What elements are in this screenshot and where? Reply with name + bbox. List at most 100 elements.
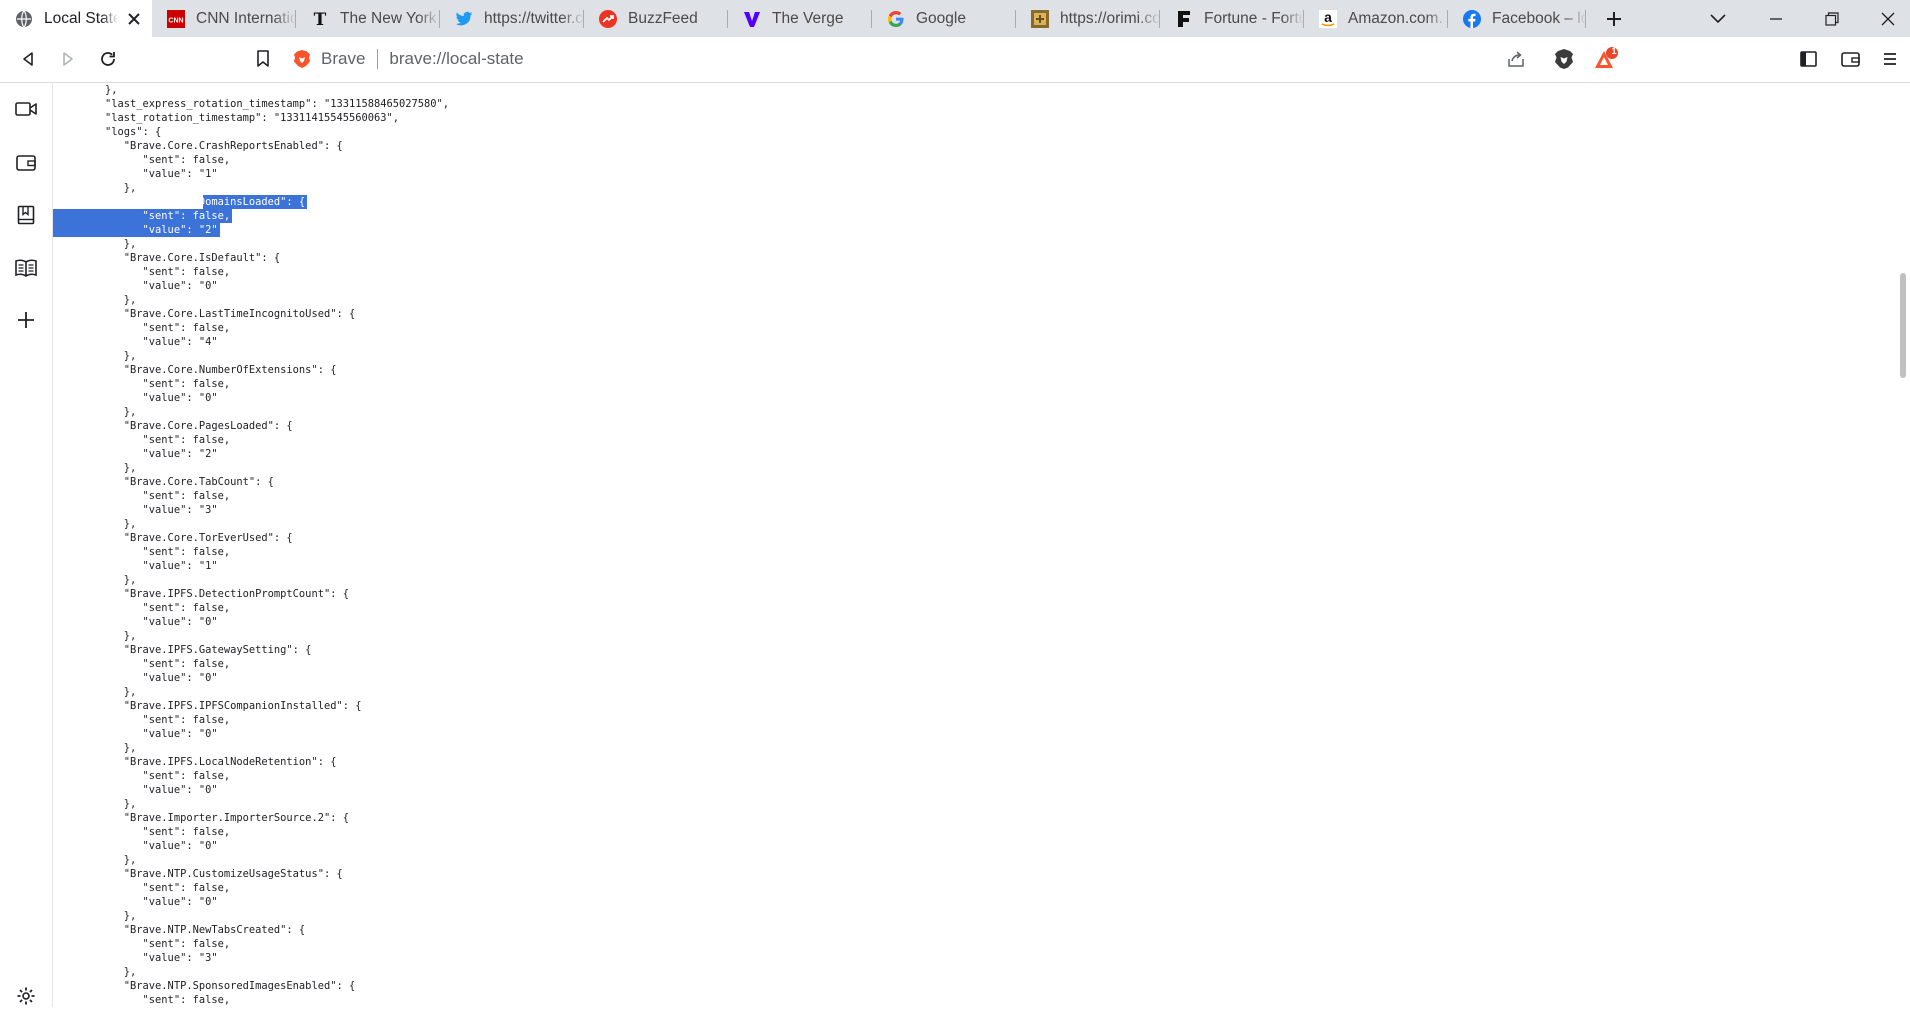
vertical-scrollbar[interactable]	[1896, 83, 1910, 1007]
json-line: "value": "1"	[105, 560, 218, 572]
close-tab-icon[interactable]	[124, 9, 144, 29]
json-line: "sent": false,	[105, 770, 231, 782]
json-line: "Brave.NTP.CustomizeUsageStatus": {	[105, 868, 343, 880]
tab-google[interactable]: Google	[872, 0, 1016, 37]
sidebar-toggle-button[interactable]	[1791, 42, 1825, 76]
share-icon	[1508, 51, 1524, 67]
page-content[interactable]: }, "last_express_rotation_timestamp": "13…	[53, 83, 1896, 1007]
json-line: "value": "0"	[105, 728, 218, 740]
sidebar	[0, 83, 53, 1007]
wallet-button[interactable]	[1833, 42, 1867, 76]
json-line: "Brave.Core.LastTimeIncognitoUsed": {	[105, 308, 356, 320]
globe-icon	[15, 10, 33, 28]
chevron-down-icon	[1710, 13, 1726, 23]
json-line: "sent": false,	[105, 266, 231, 278]
tab-title: Local State	[44, 9, 118, 27]
svg-text:CNN: CNN	[168, 17, 183, 24]
rewards-badge: 1	[1611, 46, 1617, 56]
tab-the-verge[interactable]: The Verge	[728, 0, 872, 37]
restore-icon	[1825, 11, 1839, 26]
back-button[interactable]	[11, 42, 45, 76]
json-line: "sent": false,	[105, 714, 231, 726]
tab-nytimes[interactable]: T The New York Times	[296, 0, 440, 37]
json-line: },	[105, 686, 137, 698]
facebook-icon	[1463, 9, 1481, 28]
json-line: },	[105, 742, 137, 754]
json-line: "Brave.NTP.SponsoredImagesEnabled": {	[105, 980, 356, 992]
json-line: },	[105, 966, 137, 978]
sidebar-item-bookmarks[interactable]	[11, 200, 41, 230]
brave-shields-icon	[1555, 49, 1573, 69]
json-line: },	[105, 630, 137, 642]
json-line: "sent": false,	[105, 490, 231, 502]
json-line: },	[105, 798, 137, 810]
json-line: },	[105, 574, 137, 586]
json-line: "sent": false,	[105, 322, 231, 334]
json-line: },	[105, 518, 137, 530]
json-line: "sent": false,	[105, 154, 231, 166]
hamburger-menu-icon	[1884, 53, 1896, 65]
url-text[interactable]: brave://local-state	[389, 49, 523, 69]
tab-search-button[interactable]	[1696, 0, 1740, 37]
sidebar-item-talk[interactable]	[11, 94, 41, 124]
json-line: "Brave.Core.DomainsLoaded": {	[105, 196, 306, 208]
reload-button[interactable]	[91, 42, 125, 76]
json-line: "Brave.Core.NumberOfExtensions": {	[105, 364, 337, 376]
close-window-button[interactable]	[1866, 0, 1910, 37]
tab-buzzfeed[interactable]: BuzzFeed	[584, 0, 728, 37]
json-line: },	[105, 84, 118, 96]
bookmark-button[interactable]	[246, 42, 280, 76]
json-line: "value": "3"	[105, 504, 218, 516]
json-line: "value": "2"	[105, 448, 218, 460]
json-line: },	[105, 350, 137, 362]
tab-local-state[interactable]: Local State	[0, 0, 152, 37]
json-line: "value": "0"	[105, 616, 218, 628]
json-line: "Brave.Core.TorEverUsed": {	[105, 532, 293, 544]
json-line: "sent": false,	[105, 602, 231, 614]
json-line: "Brave.Core.CrashReportsEnabled": {	[105, 140, 343, 152]
tab-title: The New York Times	[340, 9, 440, 27]
reading-list-icon	[15, 259, 37, 277]
json-line: "value": "3"	[105, 952, 218, 964]
tab-cnn[interactable]: CNN CNN International	[152, 0, 296, 37]
brave-rewards-button[interactable]: 1	[1589, 42, 1623, 76]
sidebar-item-reading-list[interactable]	[11, 253, 41, 283]
json-text[interactable]: }, "last_express_rotation_timestamp": "13…	[105, 83, 449, 1007]
scrollbar-thumb[interactable]	[1900, 273, 1906, 378]
tab-fortune[interactable]: Fortune - Fortune	[1160, 0, 1304, 37]
tab-title: Google	[916, 9, 966, 27]
cnn-logo-icon: CNN	[167, 9, 185, 28]
json-line: "sent": false,	[105, 882, 231, 894]
main-menu-button[interactable]	[1873, 42, 1907, 76]
json-line: "value": "0"	[105, 896, 218, 908]
json-line: "sent": false,	[105, 826, 231, 838]
json-line: "Brave.IPFS.IPFSCompanionInstalled": {	[105, 700, 362, 712]
tab-title: BuzzFeed	[628, 9, 698, 27]
tab-orimi[interactable]: https://orimi.com	[1016, 0, 1160, 37]
brave-shields-button[interactable]	[1547, 42, 1581, 76]
svg-text:T: T	[314, 10, 327, 28]
json-line: "sent": false,	[105, 546, 231, 558]
tab-facebook[interactable]: Facebook – log in	[1448, 0, 1586, 37]
json-line: "last_express_rotation_timestamp": "1331…	[105, 98, 450, 110]
fortune-f-icon	[1175, 10, 1193, 28]
sidebar-add-button[interactable]	[11, 305, 41, 335]
minimize-button[interactable]	[1754, 0, 1798, 37]
json-line: "sent": false,	[105, 994, 231, 1006]
plus-icon	[1607, 11, 1621, 26]
tab-amazon[interactable]: a Amazon.com. Spend	[1304, 0, 1448, 37]
sidebar-item-wallet[interactable]	[11, 147, 41, 177]
json-line: "sent": false,	[105, 434, 231, 446]
tab-twitter[interactable]: https://twitter.com	[440, 0, 584, 37]
bookmarks-book-icon	[17, 205, 35, 225]
new-tab-button[interactable]	[1592, 0, 1636, 37]
wallet-icon	[1840, 52, 1860, 67]
address-bar[interactable]: Brave brave://local-state	[293, 41, 1643, 77]
restore-button[interactable]	[1810, 0, 1854, 37]
forward-button[interactable]	[51, 42, 85, 76]
json-line: },	[105, 182, 137, 194]
json-line: "Brave.IPFS.GatewaySetting": {	[105, 644, 312, 656]
share-button[interactable]	[1499, 42, 1533, 76]
json-line: "sent": false,	[105, 938, 231, 950]
forward-arrow-icon	[63, 52, 73, 66]
